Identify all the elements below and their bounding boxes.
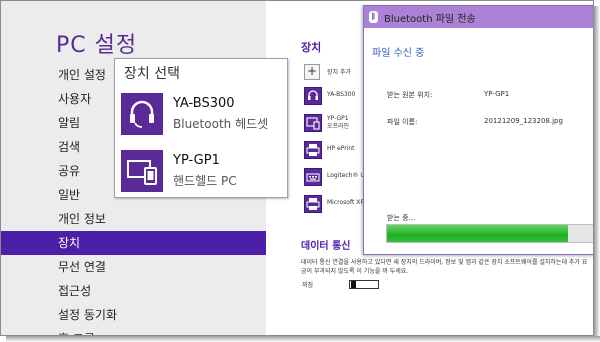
dialog-titlebar[interactable]: ᛒ Bluetooth 파일 전송: [364, 6, 593, 28]
nav-item-privacy[interactable]: 개인 정보: [1, 207, 266, 231]
file-name-value: 20121209_123208.jpg: [484, 117, 563, 125]
keyboard-icon: [304, 168, 322, 186]
receiving-label: 받는 중...: [387, 214, 416, 222]
flyout-device-type: Bluetooth 헤드셋: [173, 117, 269, 131]
metered-toggle-label: 꺼짐: [302, 282, 314, 289]
flyout-device-type: 핸드헬드 PC: [173, 174, 237, 188]
nav-item-accessibility[interactable]: 접근성: [1, 279, 266, 303]
nav-item-homegroup[interactable]: 홈 그룹: [1, 327, 266, 335]
add-device-button[interactable]: +: [304, 64, 320, 80]
handheld-pc-icon: [121, 150, 163, 192]
frame-shadow: [594, 6, 600, 342]
bluetooth-transfer-dialog: ᛒ Bluetooth 파일 전송 파일 수신 중 받는 원본 위치: YP-G…: [363, 5, 593, 255]
metered-section-title: 데이터 통신: [301, 241, 351, 252]
device-status: 오프라인: [327, 123, 350, 130]
progress-fill: [387, 225, 569, 242]
toggle-knob: [351, 281, 356, 288]
screenshot-frame: PC 설정 개인 설정 사용자 알림 검색 공유 일반 개인 정보 장치 무선 …: [0, 0, 594, 336]
flyout-title: 장치 선택: [124, 66, 180, 82]
plus-icon: +: [306, 64, 318, 78]
nav-item-sync-settings[interactable]: 설정 동기화: [1, 303, 266, 327]
nav-item-devices[interactable]: 장치: [1, 231, 266, 255]
device-name: Logitech® U: [327, 172, 365, 179]
device-name: YA-BS300: [327, 91, 356, 98]
bluetooth-icon: ᛒ: [369, 11, 378, 23]
headset-icon: [304, 87, 322, 105]
metered-description: 데이터 통신 연결을 사용하고 있다면 새 장치의 드라이버, 정보 및 앱과 …: [301, 259, 588, 275]
metered-toggle[interactable]: [349, 280, 379, 289]
choose-device-flyout: 장치 선택 YA-BS300 Bluetooth 헤드셋 YP-GP1 핸드헬드…: [114, 58, 288, 198]
page-title: PC 설정: [56, 33, 138, 58]
flyout-device-name: YA-BS300: [173, 96, 235, 111]
nav-item-wireless[interactable]: 무선 연결: [1, 255, 266, 279]
device-name: Microsoft XF: [327, 199, 364, 206]
file-name-label: 파일 이름:: [387, 118, 418, 126]
printer-icon: [304, 141, 322, 159]
headset-icon: [121, 93, 163, 135]
flyout-device-option[interactable]: YA-BS300 Bluetooth 헤드셋: [121, 93, 281, 137]
printer-icon: [304, 195, 322, 213]
dialog-title: Bluetooth 파일 전송: [384, 14, 476, 25]
flyout-device-option[interactable]: YP-GP1 핸드헬드 PC: [121, 150, 281, 194]
device-name-text: YP-GP1: [327, 115, 349, 122]
flyout-device-name: YP-GP1: [173, 153, 220, 168]
transfer-progress-bar: [386, 224, 593, 243]
add-device-label[interactable]: 장치 추가: [327, 67, 351, 76]
device-name: YP-GP1 오프라인: [327, 115, 349, 131]
devices-section-title: 장치: [301, 41, 322, 54]
device-name: HP ePrint: [327, 145, 355, 152]
source-value: YP-GP1: [484, 90, 510, 98]
frame-shadow: [6, 336, 600, 342]
source-label: 받는 원본 위치:: [387, 91, 433, 99]
dialog-heading: 파일 수신 중: [372, 48, 425, 59]
handheld-pc-icon: [304, 114, 322, 132]
